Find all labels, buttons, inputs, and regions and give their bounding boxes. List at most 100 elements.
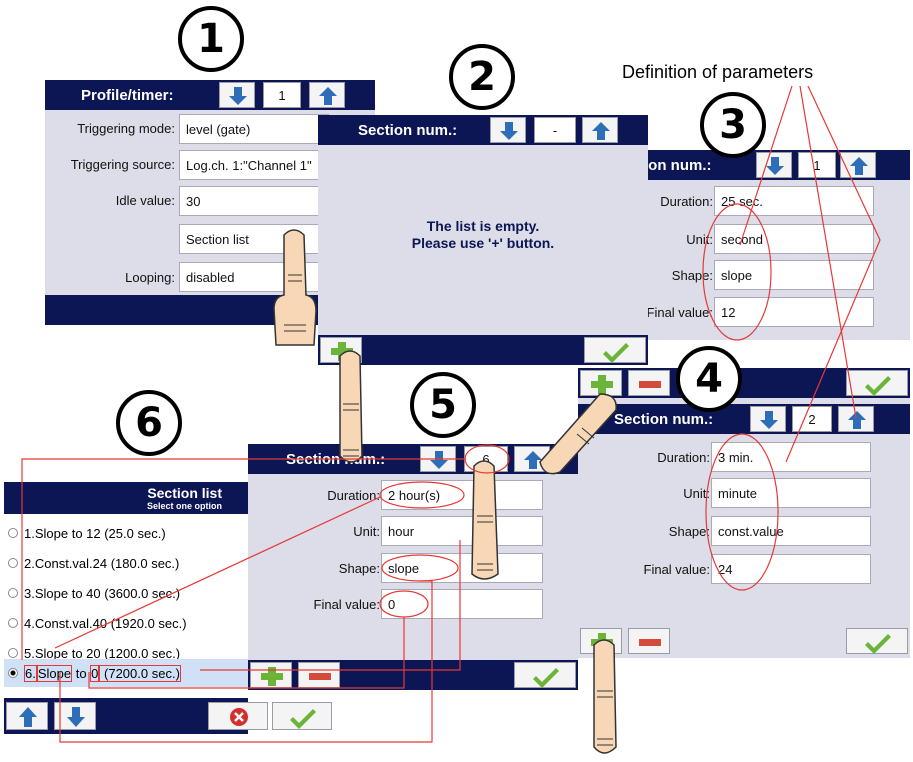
remove-button[interactable]	[628, 628, 670, 654]
cancel-icon	[230, 708, 248, 726]
section-number: -	[534, 117, 576, 143]
panel-title: Section list	[147, 485, 222, 501]
panel-header: Section list Select one option	[4, 482, 248, 514]
step-number-5: 5	[410, 372, 476, 438]
final-value-field[interactable]: 12	[714, 297, 874, 327]
arrow-up-icon	[848, 411, 866, 429]
panel-header: Profile/timer: 1	[45, 80, 375, 110]
radio-button[interactable]	[8, 618, 18, 628]
unit-label: Unit:	[683, 486, 710, 501]
move-down-button[interactable]	[54, 702, 96, 730]
ok-button[interactable]	[846, 370, 908, 396]
decrement-button[interactable]	[490, 117, 526, 143]
check-icon	[865, 376, 891, 396]
list-item[interactable]: 2.Const.val.24 (180.0 sec.)	[4, 548, 248, 578]
shape-field[interactable]: const.value	[711, 516, 871, 546]
decrement-button[interactable]	[420, 446, 456, 472]
ok-button[interactable]	[584, 337, 646, 363]
unit-field[interactable]: minute	[711, 478, 871, 508]
final-value-field[interactable]: 0	[381, 589, 543, 619]
selected-shape: Slope	[36, 664, 73, 682]
list-item[interactable]: 4.Const.val.40 (1920.0 sec.)	[4, 608, 248, 638]
list-item-label: 4.Const.val.40 (1920.0 sec.)	[24, 615, 187, 631]
list-item-label: 1.Slope to 12 (25.0 sec.)	[24, 525, 166, 541]
remove-button[interactable]	[628, 370, 670, 396]
panel-section-6: Section num.: 6 Duration: 2 hour(s) Unit…	[248, 444, 578, 690]
arrow-down-icon	[229, 87, 247, 105]
panel-footer	[4, 698, 332, 734]
selected-index: 6.	[24, 664, 37, 682]
empty-message-line-1: The list is empty.	[426, 218, 540, 234]
arrow-up-icon	[592, 122, 610, 140]
section-number: 1	[798, 152, 836, 178]
triggering-source-field[interactable]: Log.ch. 1:"Channel 1"	[179, 150, 329, 180]
selected-duration: (7200.0 sec.)	[99, 664, 181, 682]
arrow-down-icon	[67, 707, 85, 727]
decrement-button[interactable]	[756, 152, 792, 178]
ok-button[interactable]	[514, 662, 576, 688]
move-up-button[interactable]	[6, 702, 48, 730]
step-number-4: 4	[676, 346, 742, 412]
increment-button[interactable]	[309, 82, 345, 108]
looping-label: Looping:	[125, 270, 175, 285]
arrow-up-icon	[850, 157, 868, 175]
unit-label: Unit:	[353, 524, 380, 539]
profile-number: 1	[263, 82, 301, 108]
panel-title: Profile/timer:	[81, 87, 174, 104]
list-item[interactable]: 1.Slope to 12 (25.0 sec.)	[4, 518, 248, 548]
finger-icon	[339, 350, 363, 463]
increment-button[interactable]	[840, 152, 876, 178]
duration-label: Duration:	[327, 488, 380, 503]
duration-field[interactable]: 25 sec.	[714, 186, 874, 216]
radio-button-selected[interactable]	[8, 668, 18, 678]
panel-footer	[248, 660, 578, 690]
shape-label: Shape:	[671, 268, 713, 283]
ok-button[interactable]	[846, 628, 908, 654]
list-item-label: 3.Slope to 40 (3600.0 sec.)	[24, 585, 181, 601]
panel-header: Section num.: 6	[248, 444, 578, 474]
idle-value-field[interactable]: 30	[179, 186, 329, 216]
section-number: 2	[792, 406, 832, 432]
radio-button[interactable]	[8, 558, 18, 568]
panel-section-list: Section list Select one option 1.Slope t…	[4, 482, 332, 734]
final-value-field[interactable]: 24	[711, 554, 871, 584]
radio-button[interactable]	[8, 648, 18, 658]
unit-field[interactable]: second	[714, 224, 874, 254]
list-item-label: 2.Const.val.24 (180.0 sec.)	[24, 555, 180, 571]
list-item[interactable]: 3.Slope to 40 (3600.0 sec.)	[4, 578, 248, 608]
finger-icon	[539, 393, 617, 475]
arrow-up-icon	[19, 707, 37, 727]
list-item-selected[interactable]: 6. Slope to 0 (7200.0 sec.)	[4, 659, 248, 687]
cancel-button[interactable]	[208, 702, 268, 730]
triggering-source-label: Triggering source:	[70, 157, 175, 172]
minus-icon	[309, 673, 331, 680]
add-button[interactable]	[250, 662, 292, 688]
duration-field[interactable]: 3 min.	[711, 442, 871, 472]
step-number-1: 1	[178, 6, 244, 72]
panel-header: ion num.: 1	[640, 150, 910, 180]
arrow-down-icon	[760, 411, 778, 429]
decrement-button[interactable]	[219, 82, 255, 108]
final-value-label: Final value:	[313, 597, 380, 612]
check-icon	[865, 634, 891, 654]
ok-button[interactable]	[272, 702, 332, 730]
radio-button[interactable]	[8, 588, 18, 598]
step-number-6: 6	[116, 390, 182, 456]
selected-to: to	[72, 665, 91, 681]
increment-button[interactable]	[838, 406, 874, 432]
finger-icon	[471, 460, 499, 580]
panel-title: Section num.:	[358, 122, 458, 139]
shape-field[interactable]: slope	[714, 260, 874, 290]
panel-title: ion num.:	[644, 157, 712, 174]
panel-header: Section num.: -	[318, 115, 648, 145]
finger-icon	[273, 229, 317, 346]
final-value-label: Final value:	[646, 305, 713, 320]
check-icon	[533, 668, 559, 688]
increment-button[interactable]	[582, 117, 618, 143]
decrement-button[interactable]	[750, 406, 786, 432]
radio-button[interactable]	[8, 528, 18, 538]
shape-label: Shape:	[338, 561, 380, 576]
remove-button[interactable]	[298, 662, 340, 688]
arrow-up-icon	[319, 87, 337, 105]
triggering-mode-field[interactable]: level (gate)	[179, 114, 329, 144]
